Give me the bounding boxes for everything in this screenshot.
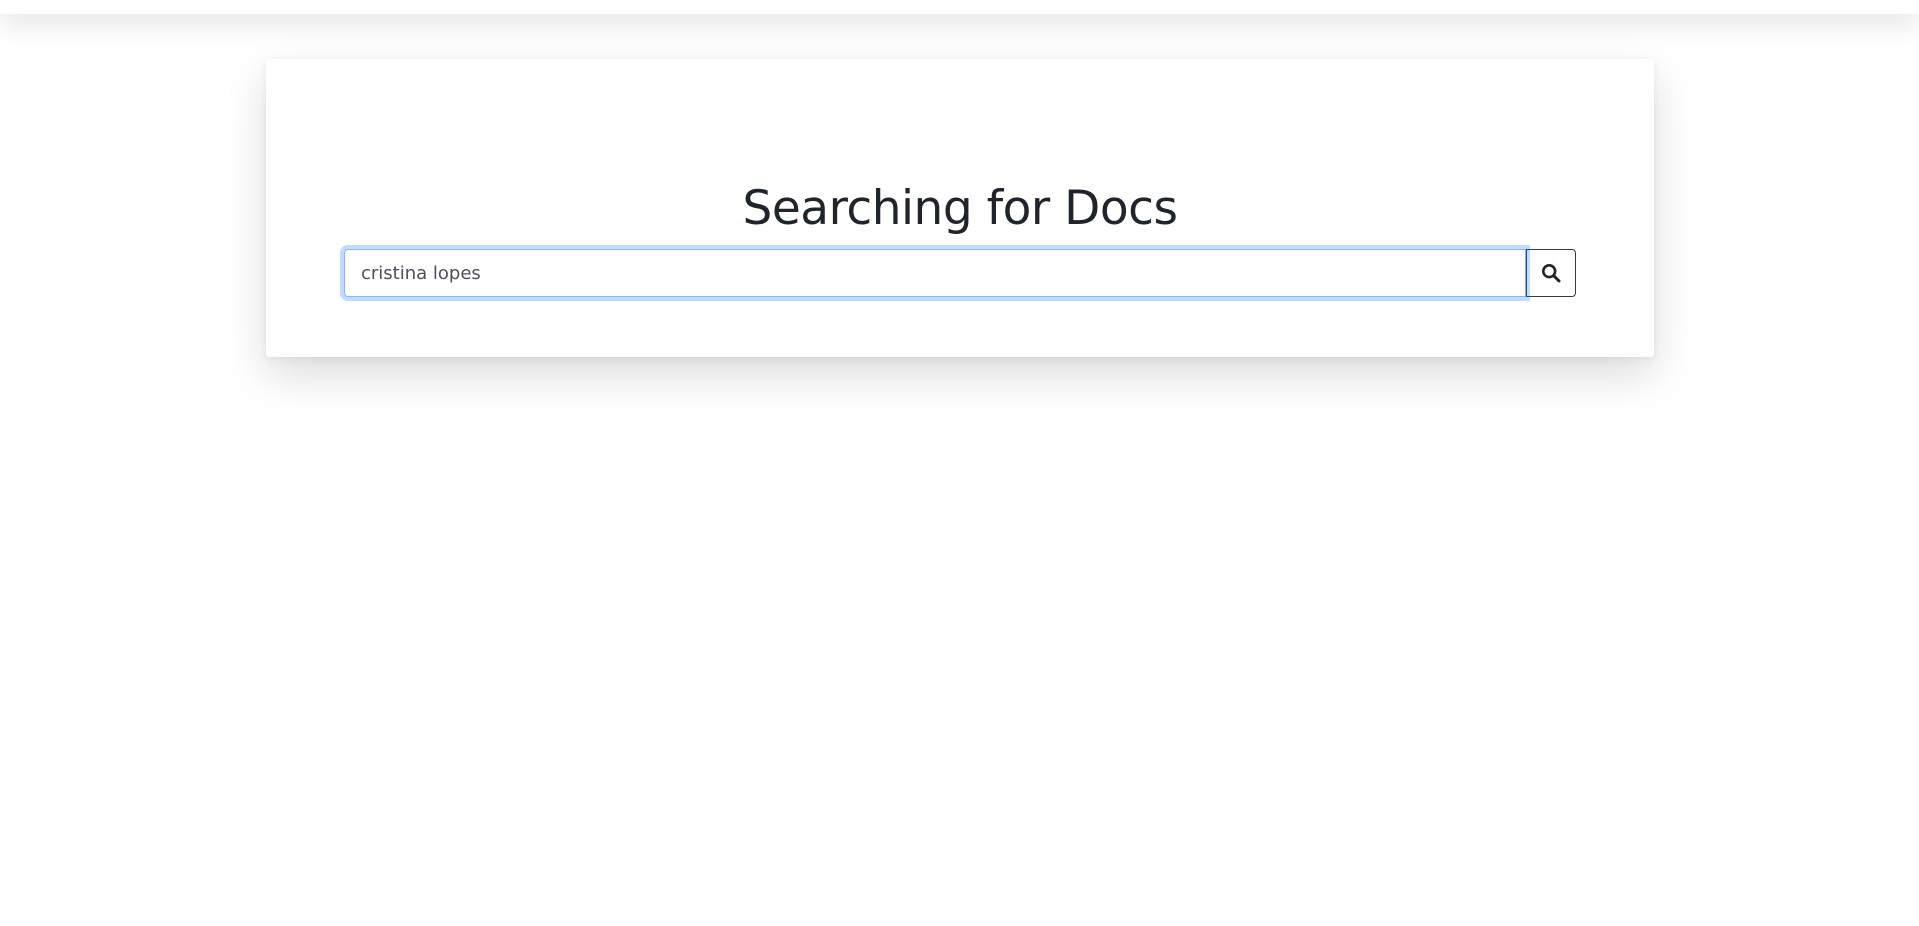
top-navbar — [0, 0, 1919, 14]
search-input[interactable] — [344, 249, 1526, 297]
search-button[interactable] — [1526, 249, 1576, 297]
page-title: Searching for Docs — [742, 181, 1178, 236]
search-group — [344, 249, 1576, 297]
search-card: Searching for Docs — [266, 59, 1654, 357]
search-icon — [1541, 263, 1561, 283]
